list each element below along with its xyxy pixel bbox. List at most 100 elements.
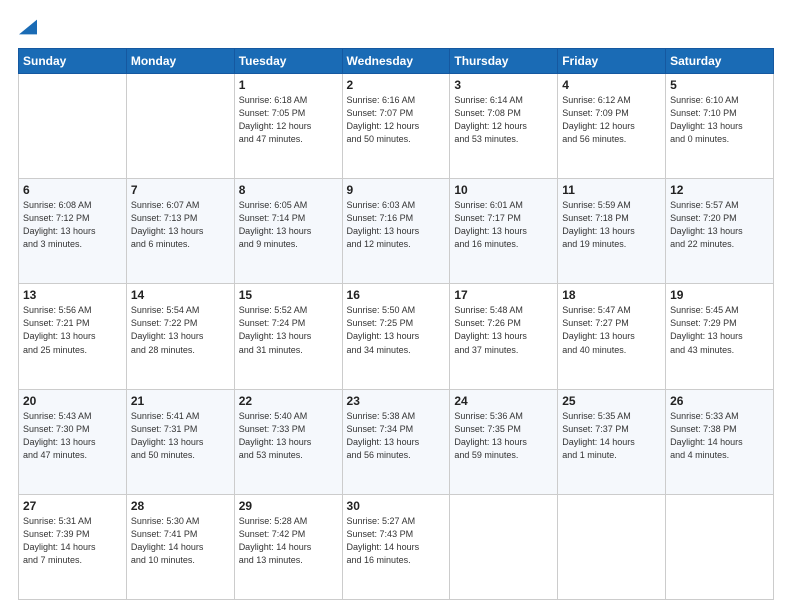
day-number: 23 [347, 394, 446, 408]
calendar-day-cell: 27 Sunrise: 5:31 AM Sunset: 7:39 PM Dayli… [19, 494, 127, 599]
day-number: 6 [23, 183, 122, 197]
calendar-day-cell: 4 Sunrise: 6:12 AM Sunset: 7:09 PM Daylig… [558, 74, 666, 179]
day-number: 5 [670, 78, 769, 92]
calendar-day-cell: 13 Sunrise: 5:56 AM Sunset: 7:21 PM Dayli… [19, 284, 127, 389]
day-info: Sunrise: 6:16 AM Sunset: 7:07 PM Dayligh… [347, 94, 446, 146]
day-info: Sunrise: 5:52 AM Sunset: 7:24 PM Dayligh… [239, 304, 338, 356]
day-number: 8 [239, 183, 338, 197]
calendar-day-cell: 14Sunrise: 5:54 AM Sunset: 7:22 PM Dayli… [126, 284, 234, 389]
calendar-day-cell [558, 494, 666, 599]
calendar-day-cell: 5 Sunrise: 6:10 AM Sunset: 7:10 PM Daylig… [666, 74, 774, 179]
day-info: Sunrise: 6:12 AM Sunset: 7:09 PM Dayligh… [562, 94, 661, 146]
calendar-day-cell: 11 Sunrise: 5:59 AM Sunset: 7:18 PM Dayli… [558, 179, 666, 284]
calendar-day-cell: 21 Sunrise: 5:41 AM Sunset: 7:31 PM Dayli… [126, 389, 234, 494]
calendar-day-cell: 26 Sunrise: 5:33 AM Sunset: 7:38 PM Dayli… [666, 389, 774, 494]
day-info: Sunrise: 5:47 AM Sunset: 7:27 PM Dayligh… [562, 304, 661, 356]
calendar-day-cell: 3 Sunrise: 6:14 AM Sunset: 7:08 PM Daylig… [450, 74, 558, 179]
day-number: 22 [239, 394, 338, 408]
calendar-day-cell [126, 74, 234, 179]
day-number: 3 [454, 78, 553, 92]
day-of-week-header: Thursday [450, 49, 558, 74]
day-number: 25 [562, 394, 661, 408]
day-number: 18 [562, 288, 661, 302]
day-info: Sunrise: 6:07 AM Sunset: 7:13 PM Dayligh… [131, 199, 230, 251]
day-info: Sunrise: 5:40 AM Sunset: 7:33 PM Dayligh… [239, 410, 338, 462]
logo-icon [19, 18, 37, 36]
day-number: 20 [23, 394, 122, 408]
calendar-day-cell: 12 Sunrise: 5:57 AM Sunset: 7:20 PM Dayli… [666, 179, 774, 284]
day-number: 26 [670, 394, 769, 408]
day-number: 9 [347, 183, 446, 197]
calendar-day-cell [19, 74, 127, 179]
day-number: 14 [131, 288, 230, 302]
calendar-day-cell: 22 Sunrise: 5:40 AM Sunset: 7:33 PM Dayli… [234, 389, 342, 494]
day-info: Sunrise: 5:35 AM Sunset: 7:37 PM Dayligh… [562, 410, 661, 462]
calendar-day-cell: 6 Sunrise: 6:08 AM Sunset: 7:12 PM Daylig… [19, 179, 127, 284]
calendar-header-row: SundayMondayTuesdayWednesdayThursdayFrid… [19, 49, 774, 74]
day-number: 16 [347, 288, 446, 302]
page: SundayMondayTuesdayWednesdayThursdayFrid… [0, 0, 792, 612]
calendar-day-cell: 8 Sunrise: 6:05 AM Sunset: 7:14 PM Daylig… [234, 179, 342, 284]
day-info: Sunrise: 6:03 AM Sunset: 7:16 PM Dayligh… [347, 199, 446, 251]
day-info: Sunrise: 6:10 AM Sunset: 7:10 PM Dayligh… [670, 94, 769, 146]
day-info: Sunrise: 5:50 AM Sunset: 7:25 PM Dayligh… [347, 304, 446, 356]
calendar-day-cell: 16 Sunrise: 5:50 AM Sunset: 7:25 PM Dayli… [342, 284, 450, 389]
day-of-week-header: Tuesday [234, 49, 342, 74]
day-number: 1 [239, 78, 338, 92]
calendar-week-row: 20Sunrise: 5:43 AM Sunset: 7:30 PM Dayli… [19, 389, 774, 494]
day-info: Sunrise: 6:14 AM Sunset: 7:08 PM Dayligh… [454, 94, 553, 146]
day-of-week-header: Monday [126, 49, 234, 74]
day-number: 2 [347, 78, 446, 92]
logo [18, 18, 37, 38]
day-number: 21 [131, 394, 230, 408]
calendar-day-cell: 29 Sunrise: 5:28 AM Sunset: 7:42 PM Dayli… [234, 494, 342, 599]
day-number: 13 [23, 288, 122, 302]
calendar-day-cell [666, 494, 774, 599]
calendar-week-row: 27 Sunrise: 5:31 AM Sunset: 7:39 PM Dayli… [19, 494, 774, 599]
calendar-day-cell [450, 494, 558, 599]
calendar-day-cell: 2 Sunrise: 6:16 AM Sunset: 7:07 PM Daylig… [342, 74, 450, 179]
day-info: Sunrise: 6:08 AM Sunset: 7:12 PM Dayligh… [23, 199, 122, 251]
day-info: Sunrise: 6:05 AM Sunset: 7:14 PM Dayligh… [239, 199, 338, 251]
day-number: 28 [131, 499, 230, 513]
calendar-day-cell: 7 Sunrise: 6:07 AM Sunset: 7:13 PM Daylig… [126, 179, 234, 284]
day-info: Sunrise: 5:56 AM Sunset: 7:21 PM Dayligh… [23, 304, 122, 356]
day-info: Sunrise: 5:38 AM Sunset: 7:34 PM Dayligh… [347, 410, 446, 462]
day-info: Sunrise: 5:33 AM Sunset: 7:38 PM Dayligh… [670, 410, 769, 462]
day-info: Sunrise: 5:31 AM Sunset: 7:39 PM Dayligh… [23, 515, 122, 567]
day-info: Sunrise: 5:48 AM Sunset: 7:26 PM Dayligh… [454, 304, 553, 356]
calendar-day-cell: 17 Sunrise: 5:48 AM Sunset: 7:26 PM Dayli… [450, 284, 558, 389]
day-number: 27 [23, 499, 122, 513]
calendar-day-cell: 30 Sunrise: 5:27 AM Sunset: 7:43 PM Dayli… [342, 494, 450, 599]
day-number: 15 [239, 288, 338, 302]
day-of-week-header: Sunday [19, 49, 127, 74]
day-of-week-header: Wednesday [342, 49, 450, 74]
calendar-table: SundayMondayTuesdayWednesdayThursdayFrid… [18, 48, 774, 600]
day-number: 4 [562, 78, 661, 92]
day-info: Sunrise: 5:41 AM Sunset: 7:31 PM Dayligh… [131, 410, 230, 462]
day-info: Sunrise: 5:45 AM Sunset: 7:29 PM Dayligh… [670, 304, 769, 356]
day-info: Sunrise: 5:57 AM Sunset: 7:20 PM Dayligh… [670, 199, 769, 251]
calendar-week-row: 1 Sunrise: 6:18 AM Sunset: 7:05 PM Daylig… [19, 74, 774, 179]
calendar-day-cell: 24Sunrise: 5:36 AM Sunset: 7:35 PM Dayli… [450, 389, 558, 494]
day-info: Sunrise: 5:59 AM Sunset: 7:18 PM Dayligh… [562, 199, 661, 251]
day-number: 7 [131, 183, 230, 197]
header [18, 18, 774, 38]
calendar-day-cell: 10Sunrise: 6:01 AM Sunset: 7:17 PM Dayli… [450, 179, 558, 284]
calendar-day-cell: 20Sunrise: 5:43 AM Sunset: 7:30 PM Dayli… [19, 389, 127, 494]
day-number: 19 [670, 288, 769, 302]
day-info: Sunrise: 5:28 AM Sunset: 7:42 PM Dayligh… [239, 515, 338, 567]
day-number: 29 [239, 499, 338, 513]
day-number: 30 [347, 499, 446, 513]
calendar-day-cell: 19 Sunrise: 5:45 AM Sunset: 7:29 PM Dayli… [666, 284, 774, 389]
day-info: Sunrise: 5:27 AM Sunset: 7:43 PM Dayligh… [347, 515, 446, 567]
day-info: Sunrise: 6:01 AM Sunset: 7:17 PM Dayligh… [454, 199, 553, 251]
day-number: 12 [670, 183, 769, 197]
calendar-day-cell: 25 Sunrise: 5:35 AM Sunset: 7:37 PM Dayli… [558, 389, 666, 494]
calendar-week-row: 6 Sunrise: 6:08 AM Sunset: 7:12 PM Daylig… [19, 179, 774, 284]
day-info: Sunrise: 6:18 AM Sunset: 7:05 PM Dayligh… [239, 94, 338, 146]
day-number: 11 [562, 183, 661, 197]
day-number: 24 [454, 394, 553, 408]
day-of-week-header: Saturday [666, 49, 774, 74]
day-number: 17 [454, 288, 553, 302]
